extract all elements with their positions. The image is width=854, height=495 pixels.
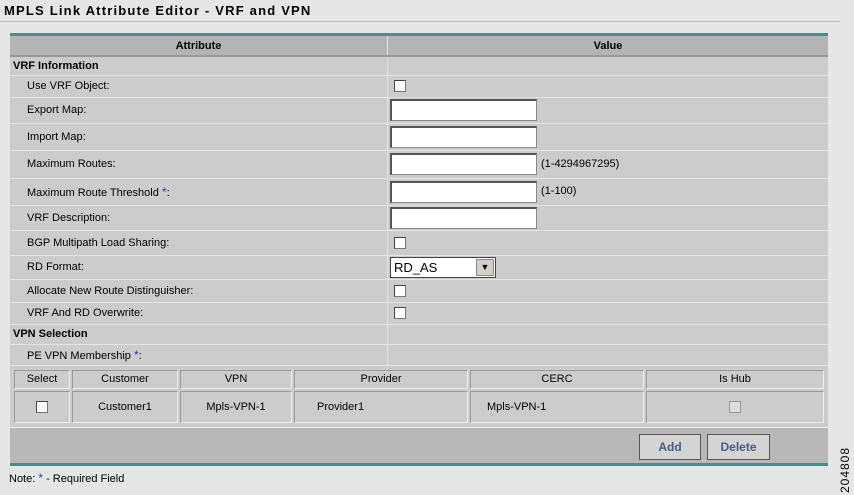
chevron-down-icon[interactable]: ▼ <box>476 258 494 276</box>
import-map-input[interactable] <box>390 125 537 148</box>
max-routes-range: (1-4294967295) <box>541 157 620 170</box>
label-pe-vpn-membership: PE VPN Membership <box>27 349 134 362</box>
rd-format-value: RD_AS <box>394 259 438 275</box>
divider <box>0 21 840 22</box>
col-provider: Provider <box>294 369 468 389</box>
label-bgp: BGP Multipath Load Sharing: <box>10 230 388 256</box>
label-use-vrf: Use VRF Object: <box>10 75 388 98</box>
divider <box>10 462 828 466</box>
delete-button[interactable]: Delete <box>707 433 770 460</box>
section-vrf: VRF Information <box>10 56 388 76</box>
colon: : <box>166 186 170 199</box>
label-allocate-rd: Allocate New Route Distinguisher: <box>10 279 388 303</box>
note-text: - Required Field <box>43 473 125 485</box>
section-vpn: VPN Selection <box>10 324 388 345</box>
max-threshold-range: (1-100) <box>541 185 577 198</box>
header-value: Value <box>387 36 828 57</box>
colon: : <box>138 349 142 362</box>
allocate-rd-checkbox[interactable] <box>394 284 406 297</box>
attribute-panel: Attribute Value VRF Information Use VRF O… <box>10 33 828 466</box>
vrf-description-input[interactable] <box>390 206 537 229</box>
label-export-map: Export Map: <box>10 97 388 124</box>
col-customer: Customer <box>72 369 178 389</box>
use-vrf-checkbox[interactable] <box>394 80 406 93</box>
header-attribute: Attribute <box>10 36 388 57</box>
col-vpn: VPN <box>180 369 292 389</box>
rd-format-select[interactable]: RD_AS ▼ <box>390 256 496 278</box>
max-threshold-input[interactable] <box>390 180 537 203</box>
max-routes-input[interactable] <box>390 153 537 175</box>
overwrite-checkbox[interactable] <box>394 307 406 320</box>
col-is-hub: Is Hub <box>646 369 824 389</box>
label-import-map: Import Map: <box>10 123 388 151</box>
note-prefix: Note: <box>9 473 39 485</box>
figure-id: 204808 <box>838 446 852 494</box>
bgp-checkbox[interactable] <box>394 236 406 249</box>
vpn-membership-table: Select Customer VPN Provider CERC Is Hub… <box>12 367 826 425</box>
table-row: Customer1 Mpls-VPN-1 Provider1 Mpls-VPN-… <box>14 390 824 423</box>
col-select: Select <box>14 369 70 389</box>
button-bar: Add Delete <box>10 426 828 463</box>
label-vrf-description: VRF Description: <box>10 205 388 231</box>
is-hub-checkbox <box>729 400 741 413</box>
label-rd-format: RD Format: <box>10 255 388 280</box>
label-max-threshold: Maximum Route Threshold <box>27 186 162 199</box>
label-overwrite: VRF And RD Overwrite: <box>10 302 388 325</box>
export-map-input[interactable] <box>390 99 537 121</box>
cell-provider: Provider1 <box>294 390 468 423</box>
attribute-table: Attribute Value VRF Information Use VRF O… <box>10 36 828 366</box>
required-note: Note: * - Required Field <box>9 471 124 485</box>
cell-vpn: Mpls-VPN-1 <box>180 390 292 423</box>
col-cerc: CERC <box>470 369 644 389</box>
label-max-routes: Maximum Routes: <box>10 150 388 179</box>
page-title: MPLS Link Attribute Editor - VRF and VPN <box>4 3 312 18</box>
row-select-checkbox[interactable] <box>36 400 48 413</box>
cell-customer: Customer1 <box>72 390 178 423</box>
cell-cerc: Mpls-VPN-1 <box>470 390 644 423</box>
add-button[interactable]: Add <box>639 433 701 460</box>
